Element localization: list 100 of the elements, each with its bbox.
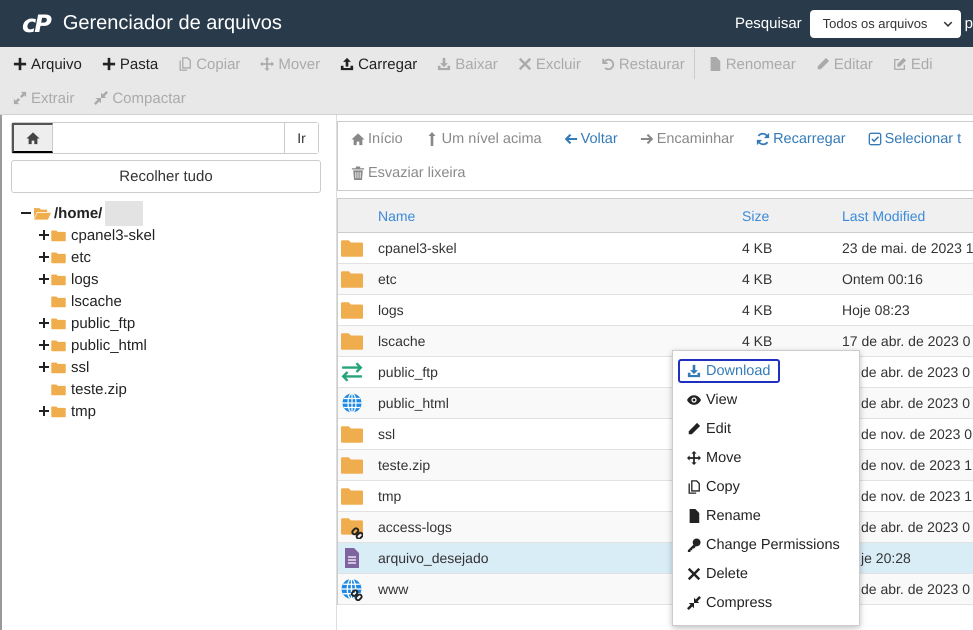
search-scope-select[interactable]: Todos os arquivos	[810, 10, 961, 38]
expand-icon[interactable]	[39, 318, 49, 328]
folder-icon	[51, 294, 66, 308]
pencil-icon	[687, 422, 701, 436]
table-cell: teste.zip	[378, 457, 430, 473]
refresh-icon	[756, 132, 770, 146]
folder-icon	[51, 404, 66, 418]
file-icon	[708, 57, 722, 71]
nav-button[interactable]: Selecionar t	[864, 127, 966, 151]
app-title: Gerenciador de arquivos	[62, 12, 282, 35]
table-cell-text: de nov. de 2023 1	[860, 457, 972, 473]
table-cell: 4 KB	[742, 302, 772, 318]
folder-icon	[341, 424, 363, 444]
table-cell: cpanel3-skel	[378, 240, 457, 256]
toolbar-button[interactable]: Pasta	[94, 52, 166, 76]
folder-icon	[51, 338, 66, 352]
menu-item[interactable]: Download	[678, 359, 780, 383]
download-icon	[437, 57, 452, 71]
search-label: Pesquisar	[734, 15, 802, 32]
table-cell: ssl	[378, 426, 396, 442]
table-cell: Hoje 08:23	[842, 302, 910, 318]
folder-icon	[341, 331, 363, 351]
table-cell-text: de abr. de 2023 0	[860, 519, 970, 535]
table-cell: 4 KB	[742, 271, 772, 287]
table-cell: etc	[378, 271, 397, 287]
tree-item[interactable]: teste.zip	[71, 380, 127, 398]
globe-link-icon	[341, 578, 363, 600]
folder-icon	[51, 228, 66, 242]
tree-item[interactable]: logs	[71, 270, 99, 288]
table-cell: lscache	[378, 333, 426, 349]
expand-icon[interactable]	[39, 340, 49, 350]
table-cell: arquivo_desejado	[378, 550, 489, 566]
right-arrow-icon	[640, 132, 654, 146]
menu-item[interactable]: Edit	[678, 417, 740, 441]
expand-icon[interactable]	[39, 406, 49, 416]
collapse-all-button[interactable]: Recolher tudo	[11, 160, 321, 193]
folder-icon	[341, 269, 363, 289]
folder-icon	[51, 360, 66, 374]
table-cell: access-logs	[378, 519, 452, 535]
tree-item[interactable]: public_html	[71, 336, 147, 354]
folder-icon	[341, 238, 363, 258]
move-arrows-icon	[260, 57, 274, 71]
home-icon	[351, 132, 365, 146]
table-cell: public_html	[378, 395, 449, 411]
tree-item[interactable]: public_ftp	[71, 314, 136, 332]
caret-icon	[942, 18, 953, 28]
folder-icon	[51, 382, 66, 396]
compress-arrows-icon	[687, 596, 701, 610]
nav-button[interactable]: Recarregar	[752, 127, 850, 151]
trash-icon	[351, 166, 365, 180]
file-icon	[687, 509, 701, 523]
folder-icon	[341, 300, 363, 320]
table-cell: 4 KB	[742, 240, 772, 256]
table-cell-text: de nov. de 2023 0	[860, 426, 972, 442]
compress-arrows-icon	[94, 91, 108, 105]
table-cell: 4 KB	[742, 333, 772, 349]
tree-item[interactable]: cpanel3-skel	[71, 226, 156, 244]
file-row[interactable]: lscache 4 KB 17 de abr. de 2023 0	[338, 326, 973, 357]
plus-icon	[102, 57, 116, 71]
folder-icon	[51, 272, 66, 286]
tree-item[interactable]: etc	[71, 248, 92, 266]
expand-icon[interactable]	[39, 252, 49, 262]
x-icon	[687, 567, 701, 581]
checkbox-icon	[868, 132, 882, 146]
expand-icon[interactable]	[39, 274, 49, 284]
table-cell: 17 de abr. de 2023 0	[842, 333, 970, 349]
table-cell: www	[378, 581, 408, 597]
toolbar-button[interactable]: Carregar	[333, 52, 424, 76]
key-icon	[687, 538, 701, 552]
file-row[interactable]: etc 4 KB Ontem 00:16	[338, 264, 973, 295]
copy-icon	[178, 57, 192, 71]
open-folder-icon	[34, 206, 51, 220]
tree-item[interactable]: ssl	[71, 358, 90, 376]
move-arrows-icon	[687, 451, 701, 465]
table-cell: logs	[378, 302, 404, 318]
x-icon	[518, 57, 532, 71]
eye-icon	[687, 393, 701, 407]
folder-icon	[51, 250, 66, 264]
folder-link-icon	[341, 516, 363, 538]
plus-icon	[13, 57, 27, 71]
menu-item[interactable]: View	[678, 388, 746, 412]
edit-icon	[892, 57, 907, 71]
table-cell-text: je 20:28	[860, 550, 911, 566]
left-arrow-icon	[564, 132, 578, 146]
table-cell: tmp	[378, 488, 402, 504]
search-label-fragment: p	[964, 15, 973, 32]
tree-item[interactable]: tmp	[71, 402, 96, 420]
tree-root[interactable]: /home/	[54, 204, 102, 222]
folder-icon	[51, 316, 66, 330]
expand-icon[interactable]	[39, 362, 49, 372]
logo: cP	[22, 10, 50, 38]
table-cell-text: de abr. de 2023 0	[860, 364, 970, 380]
globe-icon	[341, 393, 363, 413]
table-cell-text: de abr. de 2023 0	[860, 395, 970, 411]
undo-icon	[600, 57, 615, 71]
expand-icon[interactable]	[39, 230, 49, 240]
tree-item[interactable]: lscache	[71, 292, 122, 310]
toolbar-button[interactable]: Arquivo	[6, 52, 89, 76]
download-icon	[687, 364, 701, 378]
nav-button[interactable]: Voltar	[560, 127, 622, 151]
